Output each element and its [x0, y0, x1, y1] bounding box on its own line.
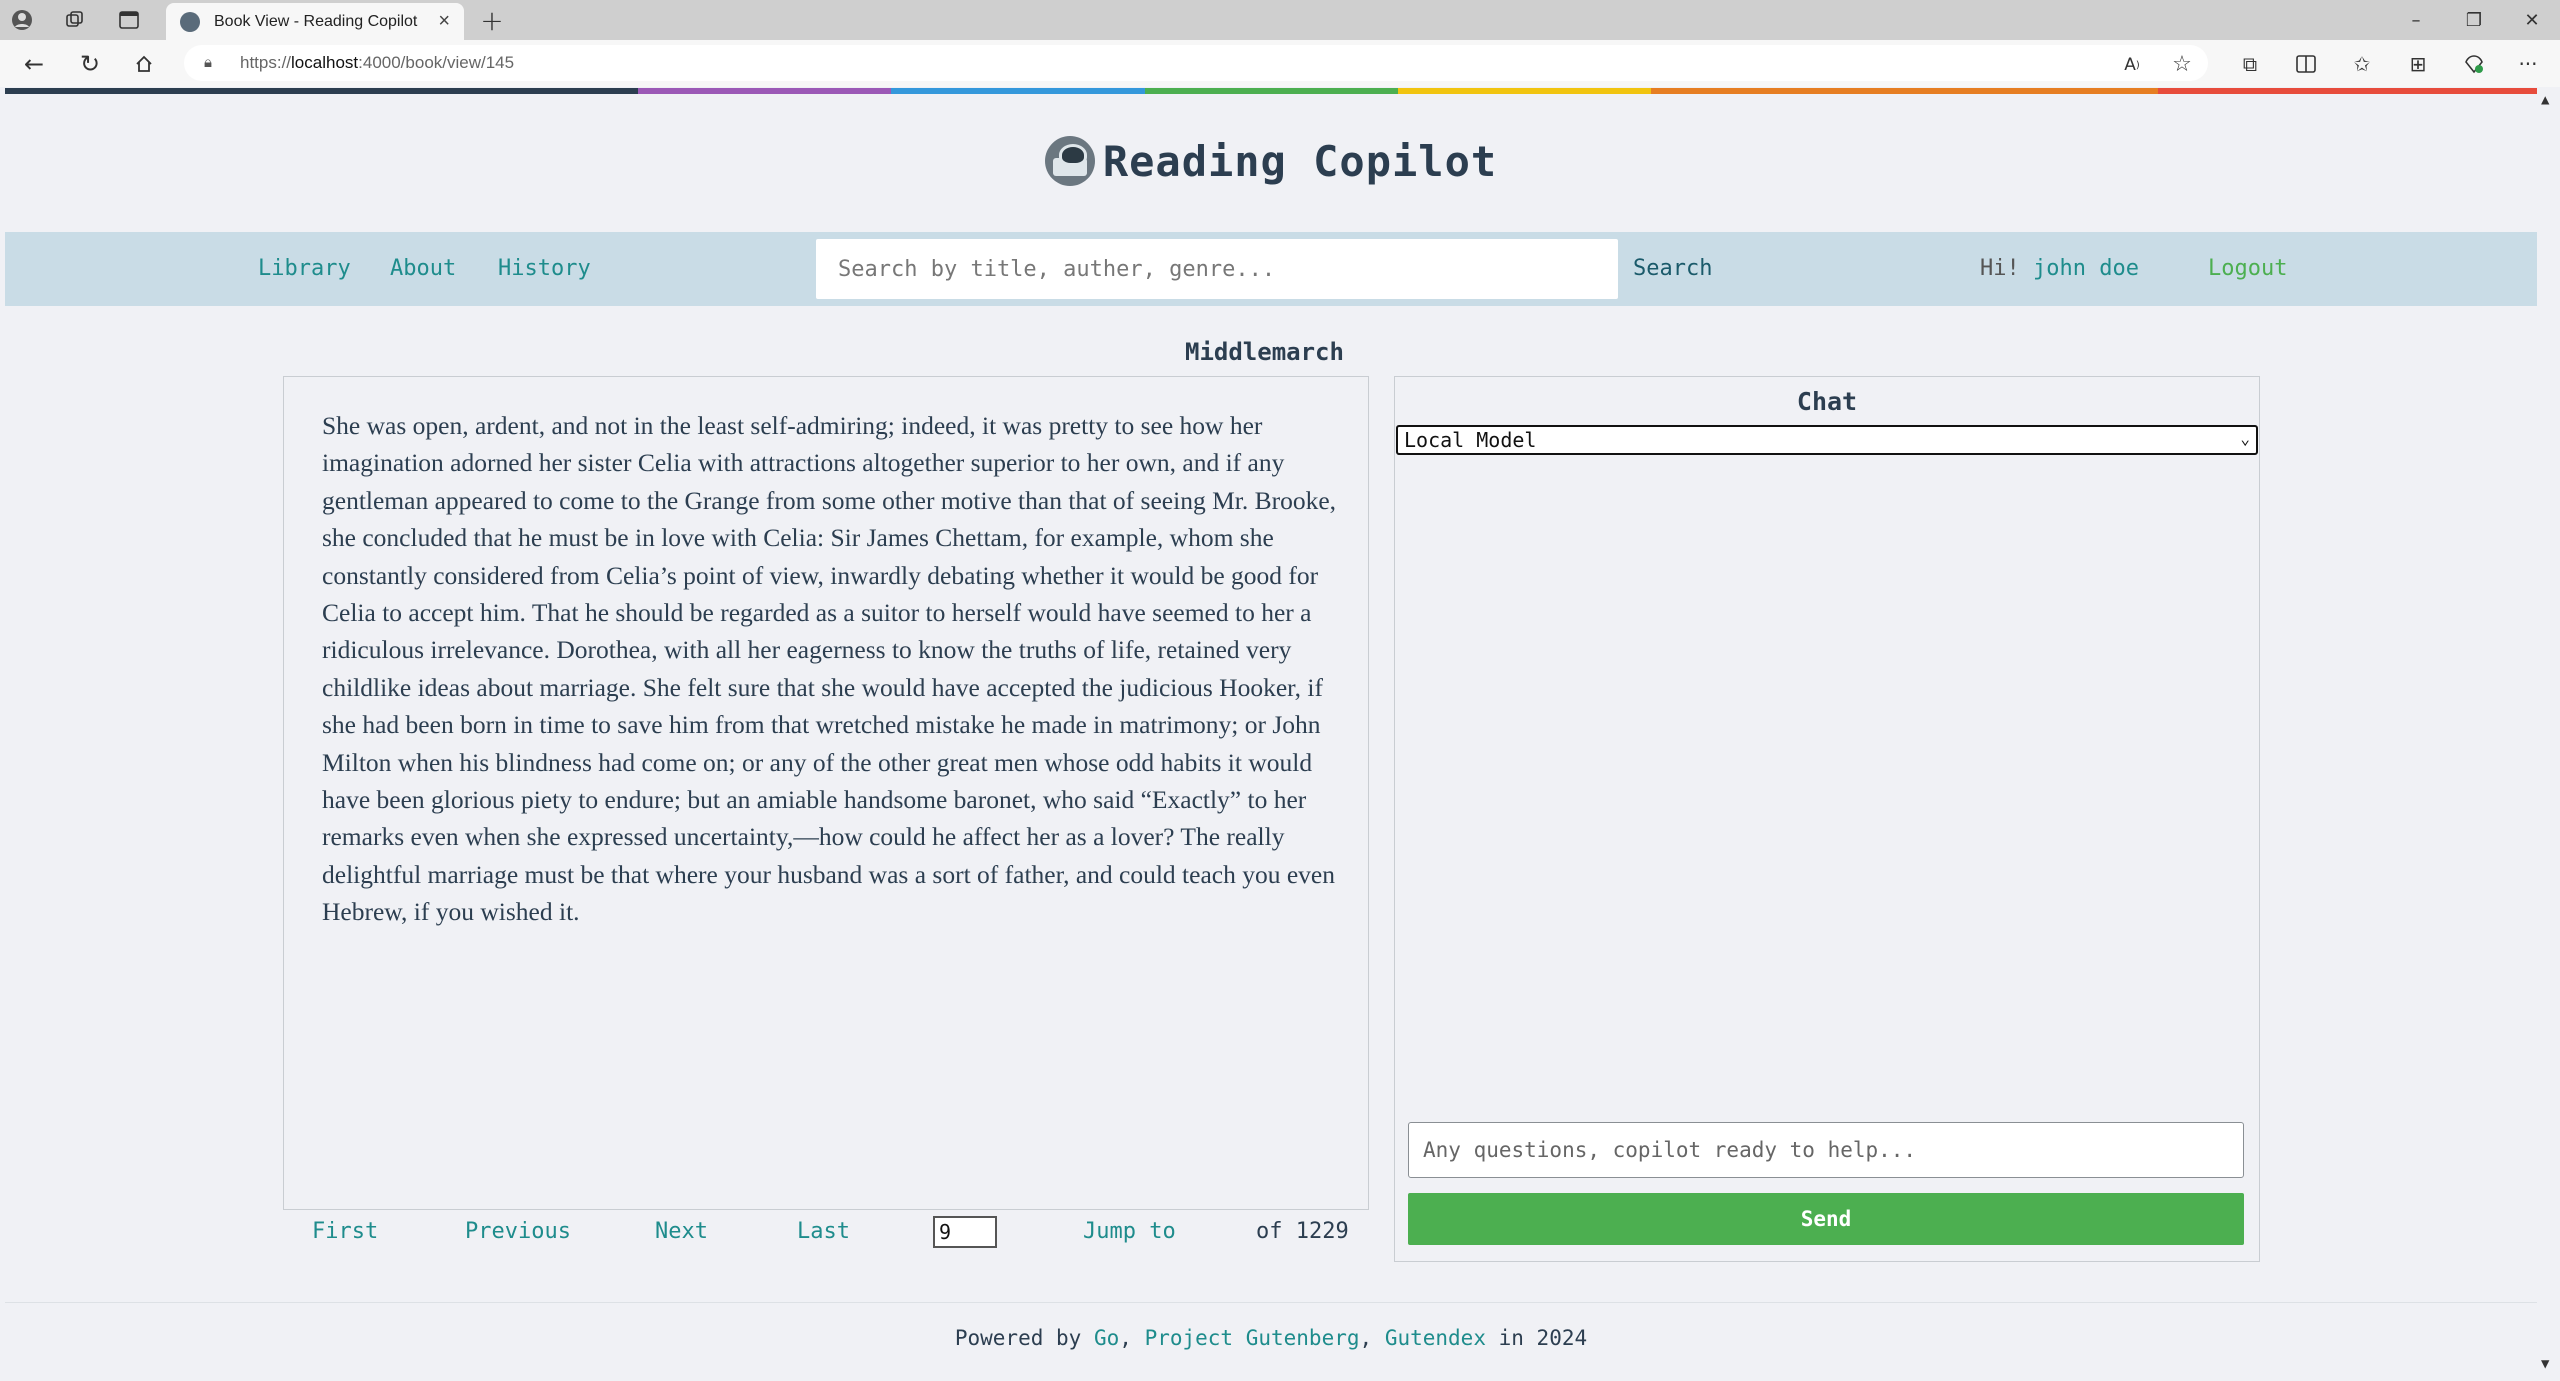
- split-screen-icon[interactable]: [2290, 50, 2322, 78]
- footer-year: in 2024: [1498, 1326, 1588, 1350]
- browser-tab-strip: Book View - Reading Copilot × + – ❐ ✕: [0, 0, 2560, 40]
- previous-page-link[interactable]: Previous: [465, 1219, 571, 1244]
- scroll-up-icon[interactable]: ▲: [2541, 92, 2549, 108]
- next-page-link[interactable]: Next: [655, 1219, 708, 1244]
- address-bar-row: ← ↻ 🔒︎ https://localhost:4000/book/view/…: [0, 40, 2560, 87]
- site-title: Reading Copilot: [1102, 136, 1498, 186]
- jump-to-button[interactable]: Jump to: [1083, 1219, 1176, 1244]
- page-scrollbar[interactable]: ▲ ▼: [2537, 88, 2560, 1381]
- page-number-input[interactable]: [933, 1216, 997, 1248]
- first-page-link[interactable]: First: [312, 1219, 378, 1244]
- book-title: Middlemarch: [1185, 338, 1344, 366]
- model-select-value: Local Model: [1404, 428, 1537, 452]
- url-field[interactable]: 🔒︎ https://localhost:4000/book/view/145: [184, 45, 2208, 81]
- extensions-icon[interactable]: ⧉: [2234, 50, 2266, 78]
- reader-panel: She was open, ardent, and not in the lea…: [283, 376, 1369, 1210]
- footer-go-link[interactable]: Go: [1094, 1326, 1119, 1350]
- favorite-star-icon[interactable]: ☆: [2166, 50, 2198, 78]
- send-button[interactable]: Send: [1408, 1193, 2244, 1245]
- home-icon[interactable]: [128, 48, 160, 80]
- workspaces-icon[interactable]: [62, 8, 88, 32]
- vertical-tabs-icon[interactable]: [116, 8, 142, 32]
- tab-favicon-icon: [180, 11, 200, 32]
- username-link[interactable]: john doe: [2033, 256, 2139, 281]
- reading-copilot-logo-icon: [1044, 136, 1095, 186]
- model-select[interactable]: Local Model ⌄: [1396, 425, 2258, 455]
- more-menu-icon[interactable]: ···: [2512, 50, 2544, 78]
- chat-panel: Chat Local Model ⌄ Send: [1394, 376, 2260, 1262]
- page-content: Reading Copilot Library About History Se…: [5, 94, 2537, 1381]
- search-button[interactable]: Search: [1633, 256, 1712, 281]
- footer-separator: ,: [1119, 1326, 1132, 1350]
- footer-gutenberg-link[interactable]: Project Gutenberg: [1145, 1326, 1360, 1350]
- page-total: of 1229: [1256, 1219, 1349, 1244]
- greeting-text: Hi!: [1980, 256, 2020, 281]
- user-greeting: Hi! john doe: [1980, 256, 2139, 281]
- chat-question-input[interactable]: [1408, 1122, 2244, 1178]
- footer-gutendex-link[interactable]: Gutendex: [1385, 1326, 1486, 1350]
- logout-link[interactable]: Logout: [2208, 256, 2287, 281]
- site-brand[interactable]: Reading Copilot: [5, 136, 2537, 186]
- last-page-link[interactable]: Last: [797, 1219, 850, 1244]
- search-input[interactable]: [816, 239, 1618, 299]
- new-tab-icon[interactable]: +: [474, 4, 510, 37]
- nav-history[interactable]: History: [498, 256, 591, 281]
- favorites-icon[interactable]: ✩: [2346, 50, 2378, 78]
- profile-icon[interactable]: [8, 6, 36, 34]
- active-tab[interactable]: Book View - Reading Copilot ×: [166, 3, 464, 40]
- footer: Powered by Go, Project Gutenberg, Gutend…: [5, 1326, 2537, 1350]
- book-page-text: She was open, ardent, and not in the lea…: [322, 411, 1337, 927]
- scroll-down-icon[interactable]: ▼: [2541, 1356, 2549, 1372]
- minimize-icon[interactable]: –: [2388, 0, 2444, 40]
- nav-about[interactable]: About: [390, 256, 456, 281]
- nav-library[interactable]: Library: [258, 256, 351, 281]
- window-close-icon[interactable]: ✕: [2504, 0, 2560, 40]
- footer-powered-by: Powered by: [954, 1326, 1082, 1350]
- restore-icon[interactable]: ❐: [2446, 0, 2502, 40]
- chat-title: Chat: [1796, 387, 1858, 416]
- footer-separator: ,: [1359, 1326, 1373, 1350]
- footer-divider: [5, 1302, 2537, 1303]
- close-tab-icon[interactable]: ×: [438, 10, 450, 33]
- back-icon[interactable]: ←: [18, 48, 50, 80]
- navbar: Library About History Search Hi! john do…: [5, 232, 2537, 306]
- collections-icon[interactable]: ⊞: [2402, 50, 2434, 78]
- reload-icon[interactable]: ↻: [74, 48, 106, 80]
- chevron-down-icon: ⌄: [2240, 429, 2250, 448]
- read-aloud-icon[interactable]: A): [2116, 52, 2148, 78]
- lock-icon: 🔒︎: [204, 54, 212, 71]
- browser-essentials-icon[interactable]: [2458, 50, 2490, 78]
- tab-title: Book View - Reading Copilot: [214, 12, 418, 30]
